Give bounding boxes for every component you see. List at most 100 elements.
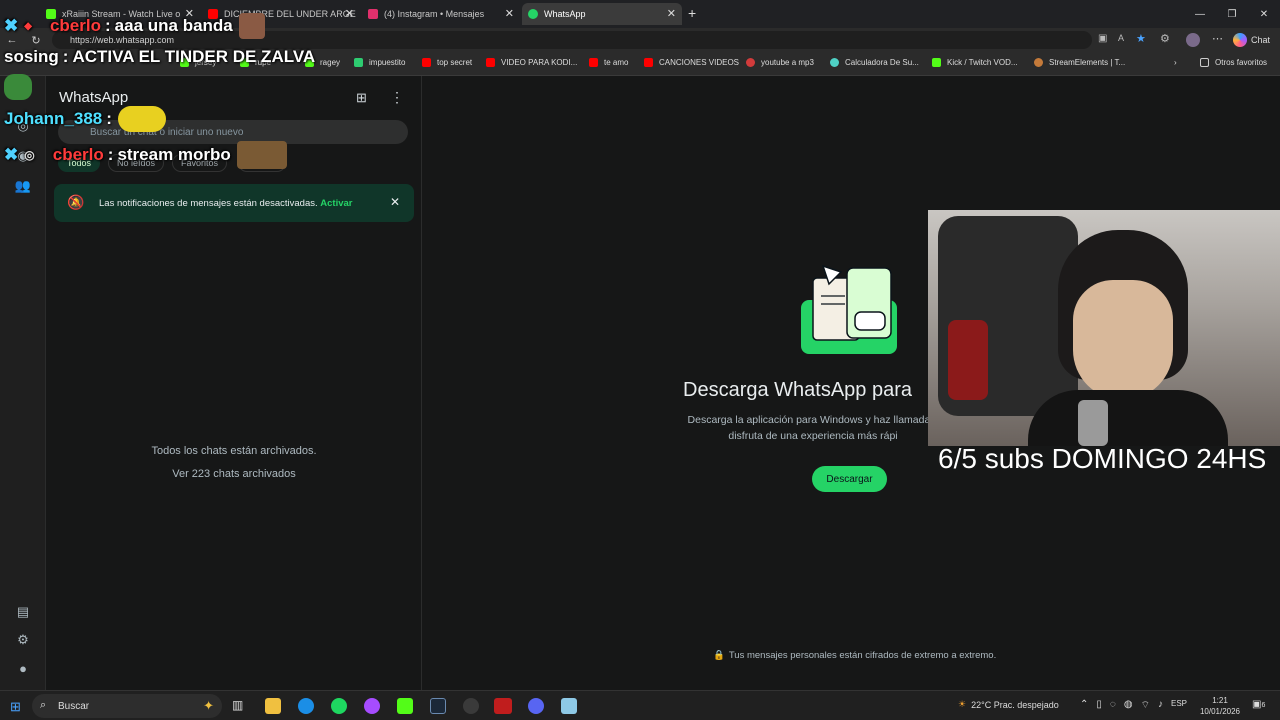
new-chat-icon[interactable]: ⊞ (356, 90, 367, 106)
minimize-icon[interactable]: — (1184, 0, 1216, 28)
spotify-icon[interactable] (331, 698, 347, 714)
pepe-emote-icon (4, 74, 32, 100)
bookmark-chevron[interactable]: › (1174, 58, 1177, 67)
close-tab-icon[interactable]: ✕ (345, 7, 354, 20)
more-menu-icon[interactable]: ⋯ (1212, 32, 1223, 45)
app-tray-icon[interactable]: ◍ (1124, 699, 1133, 712)
vod-icon (932, 58, 941, 67)
chat-label: Chat (1250, 35, 1270, 45)
chat-text: stream morbo (117, 145, 231, 164)
kick-badge-icon: ◎ (24, 148, 35, 162)
cursor-app-icon[interactable] (364, 698, 380, 714)
webcam-overlay (928, 210, 1280, 446)
profile-avatar[interactable] (1186, 33, 1200, 47)
notifications-icon[interactable]: ▣6 (1252, 699, 1265, 710)
file-explorer-icon[interactable] (265, 698, 281, 714)
archived-info: Todos los chats están archivados. (151, 445, 317, 457)
taskbar-search[interactable]: ⌕ Buscar ✦ (32, 694, 222, 718)
bookmark[interactable]: VIDEO PARA KODI... (486, 58, 577, 67)
bookmark[interactable]: impuestito (354, 58, 405, 67)
communities-icon[interactable]: 👥 (15, 178, 31, 194)
battery-icon[interactable]: ▯ (1096, 699, 1102, 712)
weather-text: 22°C Prac. despejado (971, 699, 1059, 710)
desc-line: disfruta de una experiencia más rápi (728, 430, 898, 442)
chat-username: sosing (4, 47, 59, 66)
screen: xRaiiin Stream - Watch Live o ✕ DICIEMBR… (0, 0, 1280, 720)
bookmark-label: impuestito (369, 58, 406, 67)
chat-app-icon[interactable] (528, 698, 544, 714)
bookmark-label: Kick / Twitch VOD... (947, 58, 1018, 67)
chevron-up-icon[interactable]: ⌃ (1080, 699, 1088, 712)
reader-icon[interactable]: ▣ (1098, 33, 1107, 44)
chat-message: ✖ ◆ cberlo: aaa una banda (4, 13, 265, 39)
bookmark-label: StreamElements | T... (1049, 58, 1126, 67)
chair-accent (948, 320, 988, 400)
tab-title: WhatsApp (544, 9, 586, 19)
bookmark[interactable]: Kick / Twitch VOD... (932, 58, 1018, 67)
close-banner-icon[interactable]: ✕ (390, 195, 400, 209)
notepad-icon[interactable] (561, 698, 577, 714)
close-tab-icon[interactable]: ✕ (667, 7, 676, 20)
extensions-icon[interactable]: ⚙ (1160, 32, 1170, 45)
settings-gear-icon[interactable]: ⚙ (15, 632, 31, 648)
youtube-icon (644, 58, 653, 67)
bookmark[interactable]: CANCIONES VIDEOS (644, 58, 739, 67)
view-archived-link[interactable]: Ver 223 chats archivados (46, 463, 422, 486)
bookmark-label: youtube a mp3 (761, 58, 814, 67)
bookmark-label: CANCIONES VIDEOS (659, 58, 740, 67)
new-tab-button[interactable]: + (688, 5, 696, 21)
streamelements-icon (1034, 58, 1043, 67)
tab-whatsapp[interactable]: WhatsApp ✕ (522, 3, 682, 25)
other-favorites[interactable]: Otros favoritos (1200, 58, 1267, 67)
language-indicator[interactable]: ESP (1171, 699, 1187, 712)
bell-off-icon: 🔕 (67, 194, 85, 210)
edge-icon[interactable] (298, 698, 314, 714)
tab-instagram[interactable]: (4) Instagram • Mensajes ✕ (362, 3, 520, 25)
chat-message: Johann_388: (4, 106, 166, 132)
weather-widget[interactable]: ☀ 22°C Prac. despejado (958, 699, 1059, 710)
chat-username: cberlo (49, 16, 101, 35)
bookmark[interactable]: Calculadora De Su... (830, 58, 919, 67)
clock-time: 1:21 (1212, 696, 1228, 705)
restore-icon[interactable]: ❐ (1216, 0, 1248, 28)
close-window-icon[interactable]: ✕ (1248, 0, 1280, 28)
bookmark[interactable]: te amo (589, 58, 628, 67)
bookmark[interactable]: StreamElements | T... (1034, 58, 1125, 67)
bookmark[interactable]: top secret (422, 58, 472, 67)
youtube-icon (486, 58, 495, 67)
notification-count: 6 (1261, 702, 1266, 709)
instagram-icon (368, 9, 378, 19)
obs-icon[interactable] (463, 698, 479, 714)
search-icon: ⌕ (40, 699, 47, 711)
task-view-icon[interactable]: ▥ (232, 698, 248, 714)
menu-dots-icon[interactable]: ⋮ (390, 89, 404, 106)
network-icon[interactable]: ◌ (1110, 699, 1116, 712)
chat-username: Johann_388 (4, 109, 103, 128)
kick-app-icon[interactable] (397, 698, 413, 714)
volume-icon[interactable]: ♪ (1158, 699, 1163, 712)
clock[interactable]: 1:21 10/01/2026 (1198, 695, 1242, 717)
close-tab-icon[interactable]: ✕ (505, 7, 514, 20)
favorite-star-icon[interactable]: ★ (1136, 32, 1146, 45)
windows-start-icon[interactable]: ⊞ (10, 699, 21, 715)
lock-icon: 🔒 (713, 650, 725, 661)
bookmark[interactable]: youtube a mp3 (746, 58, 814, 67)
wifi-icon[interactable]: ⌔ (1141, 699, 1150, 712)
activate-link[interactable]: Activar (320, 198, 352, 209)
voice-app-icon[interactable] (494, 698, 512, 714)
download-button[interactable]: Descargar (812, 466, 887, 492)
download-title: Descarga WhatsApp para (683, 379, 913, 401)
chat-username: cberlo (52, 145, 104, 164)
app-title: WhatsApp (59, 89, 129, 106)
youtube-icon (589, 58, 598, 67)
copilot-chat-button[interactable]: Chat (1232, 32, 1270, 48)
media-icon[interactable]: ▤ (15, 604, 31, 620)
steam-icon[interactable] (430, 698, 446, 714)
whatsapp-icon (528, 9, 538, 19)
bookmark-label: ragey (320, 58, 341, 67)
profile-icon[interactable]: ● (15, 660, 31, 676)
emote-icon (117, 106, 166, 132)
chat-text: aaa una banda (114, 16, 233, 35)
tab-title: (4) Instagram • Mensajes (384, 9, 485, 19)
text-size-icon[interactable]: A (1118, 33, 1124, 43)
